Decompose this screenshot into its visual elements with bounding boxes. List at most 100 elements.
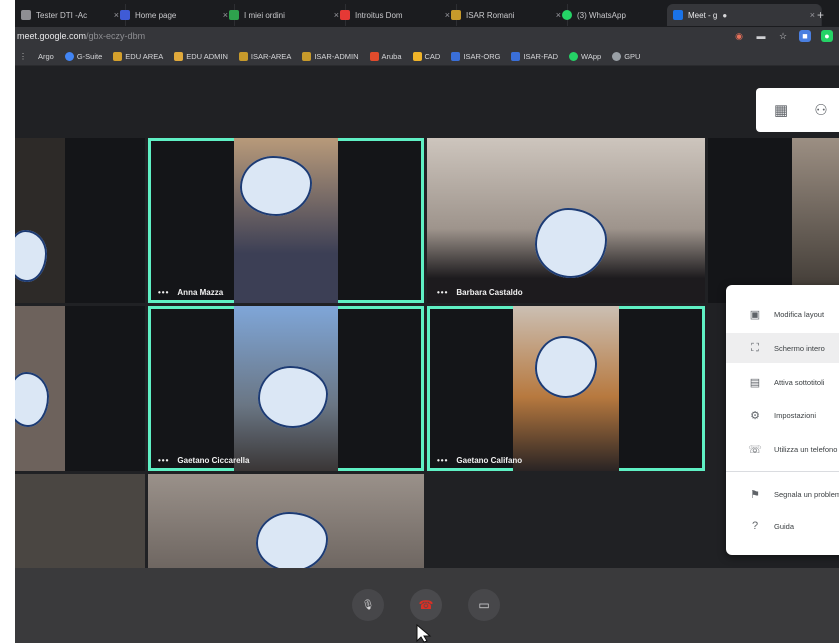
whatsapp-extension-icon[interactable]: ● <box>821 30 833 42</box>
bookmark-wapp[interactable]: WApp <box>569 51 602 61</box>
recording-dot-icon: ● <box>722 10 728 20</box>
menu-item-settings[interactable]: ⚙ Impostazioni <box>726 400 839 430</box>
tab-favicon <box>562 10 572 20</box>
bookmark-icon <box>451 51 461 61</box>
url-text[interactable]: meet.google.com/gbx-eczy-dbm <box>17 31 145 41</box>
tab-title: Tester DTI -Ac <box>36 10 88 20</box>
tab-title: Home page <box>135 10 177 20</box>
more-options-icon[interactable]: ••• <box>437 288 448 297</box>
participant-tile[interactable]: ••• Gaetano Califano <box>427 306 705 471</box>
tab-whatsapp[interactable]: (3) WhatsApp × <box>556 4 679 26</box>
participant-name: ••• Anna Mazza <box>158 288 223 297</box>
menu-item-use-phone[interactable]: ☏ Utilizza un telefono <box>726 434 839 464</box>
menu-divider <box>726 471 839 472</box>
cast-icon[interactable]: ▬ <box>755 30 767 42</box>
bookmark-argo[interactable]: Argo <box>38 52 54 61</box>
apps-icon[interactable]: ⋮ <box>19 52 27 61</box>
participant-tile[interactable]: ••• Gaetano Ciccarella <box>148 306 424 471</box>
phone-icon: ☏ <box>748 443 762 456</box>
bookmark-edu-area[interactable]: EDU AREA <box>113 51 164 61</box>
participant-tile-left-2[interactable] <box>15 306 145 471</box>
meet-video-grid: ••• Anna Mazza ••• Barbara Castaldo ••• Gae… <box>15 66 839 643</box>
tab-title: ISAR Romani <box>466 10 515 20</box>
participant-tile-left-3[interactable] <box>15 474 145 574</box>
tab-introitus[interactable]: Introitus Dom × <box>334 4 457 26</box>
video-feed <box>792 138 839 303</box>
tab-i-miei-ordini[interactable]: I miei ordini × <box>223 4 346 26</box>
menu-item-label: Modifica layout <box>774 309 825 319</box>
participant-tile[interactable] <box>148 474 424 574</box>
bookmark-label: EDU ADMIN <box>186 51 228 61</box>
bookmark-label: ISAR-AREA <box>250 51 292 61</box>
bookmark-label: EDU AREA <box>125 51 164 61</box>
bookmark-cad[interactable]: CAD <box>412 51 441 61</box>
tab-title: Meet - g <box>688 10 718 20</box>
grid-layout-icon[interactable]: ▦ <box>774 101 788 119</box>
bookmark-label: ISAR-FAD <box>523 51 559 61</box>
people-icon[interactable]: ⚇ <box>814 101 827 119</box>
captions-icon: ▤ <box>749 376 761 389</box>
address-bar[interactable]: meet.google.com/gbx-eczy-dbm ◉ ▬ ☆ ■ ● <box>15 27 839 47</box>
star-icon[interactable]: ☆ <box>777 30 789 42</box>
bookmark-label: WApp <box>581 51 602 61</box>
bookmark-isar-org[interactable]: ISAR-ORG <box>451 51 501 61</box>
bookmarks-bar: ⋮ Argo G-Suite EDU AREA EDU ADMIN ISAR-A… <box>15 47 839 66</box>
microphone-icon: 🎙 <box>361 599 375 611</box>
bookmark-label: ISAR-ORG <box>463 51 501 61</box>
camera-permission-icon[interactable]: ◉ <box>733 30 745 42</box>
menu-item-help[interactable]: ? Guida <box>726 511 839 541</box>
bookmark-icon <box>412 51 422 61</box>
new-tab-button[interactable]: + <box>811 4 839 26</box>
participant-tile-left-1[interactable] <box>15 138 145 303</box>
tab-favicon <box>451 10 461 20</box>
tab-favicon <box>673 10 683 20</box>
more-options-icon[interactable]: ••• <box>437 456 448 465</box>
fullscreen-icon: ⛶ <box>751 341 759 354</box>
participant-name: ••• Barbara Castaldo <box>437 288 523 297</box>
tab-isar-romani[interactable]: ISAR Romani × <box>445 4 568 26</box>
bookmark-isar-fad[interactable]: ISAR-FAD <box>511 51 559 61</box>
more-options-icon[interactable]: ••• <box>158 288 169 297</box>
more-options-menu: ▣ Modifica layout ⛶ Schermo intero ▤ Attiva… <box>726 285 839 555</box>
tab-favicon <box>340 10 350 20</box>
tab-favicon <box>21 10 31 20</box>
bookmark-label: GPU <box>624 51 641 61</box>
menu-item-captions[interactable]: ▤ Attiva sottotitoli <box>726 367 839 397</box>
tab-home-page[interactable]: Home page × <box>114 4 235 26</box>
participant-tile[interactable]: ••• Barbara Castaldo <box>427 138 705 303</box>
participant-name-text: Anna Mazza <box>177 288 224 297</box>
bookmark-gpu[interactable]: GPU <box>612 51 641 61</box>
bookmark-gsuite[interactable]: G-Suite <box>64 51 102 61</box>
menu-item-label: Impostazioni <box>774 410 817 420</box>
bookmark-edu-admin[interactable]: EDU ADMIN <box>174 51 228 61</box>
extension-icon[interactable]: ■ <box>799 30 811 42</box>
video-feed <box>15 474 145 574</box>
bookmark-label: Argo <box>38 51 54 61</box>
tab-tester-dti[interactable]: Tester DTI -Ac × <box>15 4 126 26</box>
bookmark-icon <box>369 51 379 61</box>
microphone-button[interactable]: 🎙 <box>352 589 384 621</box>
menu-item-fullscreen[interactable]: ⛶ Schermo intero <box>726 333 839 363</box>
menu-item-label: Guida <box>774 521 795 531</box>
bookmark-aruba[interactable]: Aruba <box>369 51 402 61</box>
menu-item-change-layout[interactable]: ▣ Modifica layout <box>726 299 839 329</box>
participant-name-text: Barbara Castaldo <box>456 288 523 297</box>
help-icon: ? <box>751 520 759 532</box>
menu-item-label: Schermo intero <box>774 343 825 353</box>
plus-icon: + <box>817 8 825 22</box>
menu-item-label: Utilizza un telefono <box>774 444 838 454</box>
participant-tile-right-1[interactable] <box>708 138 839 303</box>
tab-favicon <box>120 10 130 20</box>
menu-item-report-problem[interactable]: ⚑ Segnala un problema <box>726 479 839 509</box>
bookmark-label: CAD <box>424 51 441 61</box>
hang-up-button[interactable]: ☎ <box>410 589 442 621</box>
bookmark-isar-admin[interactable]: ISAR-ADMIN <box>302 51 359 61</box>
more-options-icon[interactable]: ••• <box>158 456 169 465</box>
bookmark-isar-area[interactable]: ISAR-AREA <box>238 51 292 61</box>
participant-name-text: Gaetano Califano <box>456 456 523 465</box>
participant-name: ••• Gaetano Ciccarella <box>158 456 249 465</box>
participant-name-text: Gaetano Ciccarella <box>177 456 250 465</box>
participant-tile[interactable]: ••• Anna Mazza <box>148 138 424 303</box>
camera-button[interactable]: ▭ <box>468 589 500 621</box>
tab-meet[interactable]: Meet - g ● × <box>667 4 822 26</box>
